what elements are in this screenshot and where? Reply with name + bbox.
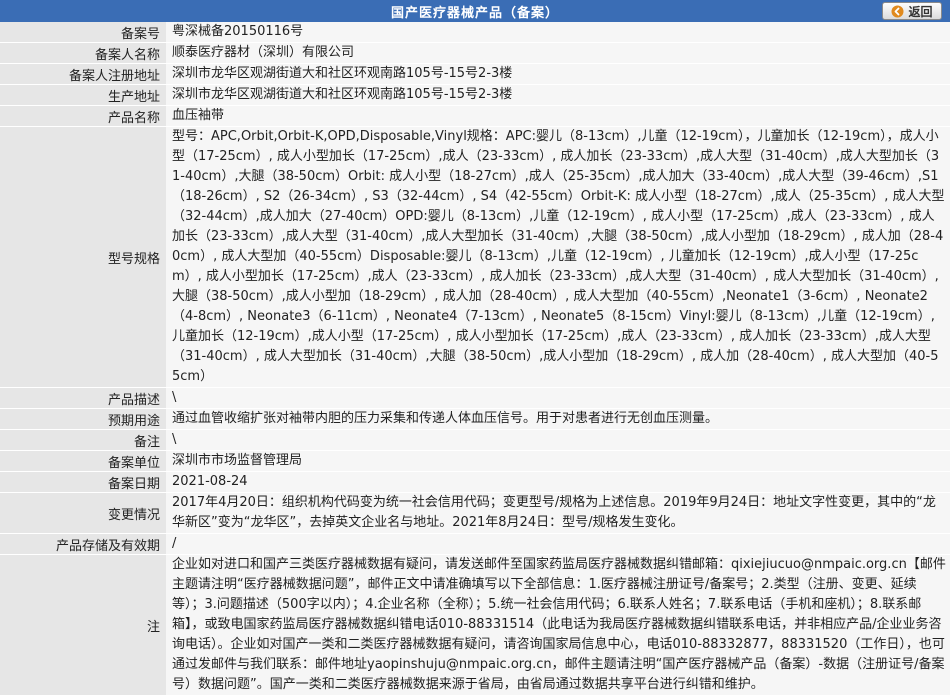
table-row: 产品名称 血压袖带 [0,105,950,127]
field-value: 2017年4月20日：组织机构代码变为统一社会信用代码；变更型号/规格为上述信息… [166,492,950,534]
table-row: 产品存储及有效期 / [0,533,950,555]
table-row: 预期用途 通过血管收缩扩张对袖带内胆的压力采集和传递人体血压信号。用于对患者进行… [0,408,950,430]
field-value: 粤深械备20150116号 [166,22,950,43]
back-button-label: 返回 [908,4,933,19]
field-label: 备注 [0,429,166,451]
table-row: 备案单位 深圳市市场监督管理局 [0,450,950,472]
field-label: 预期用途 [0,408,166,430]
table-row: 产品描述 \ [0,387,950,409]
field-label: 产品描述 [0,387,166,409]
table-row: 备案人注册地址 深圳市龙华区观湖街道大和社区环观南路105号-15号2-3楼 [0,63,950,85]
field-value: 深圳市市场监督管理局 [166,450,950,472]
field-label: 变更情况 [0,492,166,534]
back-arrow-icon [891,5,904,17]
field-label: 型号规格 [0,126,166,388]
table-row: 备案号 粤深械备20150116号 [0,22,950,43]
field-label: 注 [0,554,166,696]
field-label: 产品存储及有效期 [0,533,166,555]
field-value: 通过血管收缩扩张对袖带内胆的压力采集和传递人体血压信号。用于对患者进行无创血压测… [166,408,950,430]
notice-text: 企业如对进口和国产三类医疗器械数据有疑问，请发送邮件至国家药监局医疗器械数据纠错… [166,554,950,696]
field-label: 备案号 [0,22,166,43]
field-value: \ [166,387,950,409]
table-row: 注 企业如对进口和国产三类医疗器械数据有疑问，请发送邮件至国家药监局医疗器械数据… [0,554,950,696]
field-value: 血压袖带 [166,105,950,127]
table-row: 生产地址 深圳市龙华区观湖街道大和社区环观南路105号-15号2-3楼 [0,84,950,106]
page-title: 国产医疗器械产品（备案） [390,5,559,21]
field-value: \ [166,429,950,451]
field-value: 深圳市龙华区观湖街道大和社区环观南路105号-15号2-3楼 [166,63,950,85]
field-value: 深圳市龙华区观湖街道大和社区环观南路105号-15号2-3楼 [166,84,950,106]
table-row: 型号规格 型号：APC,Orbit,Orbit-K,OPD,Disposable… [0,126,950,388]
table-row: 备注 \ [0,429,950,451]
page-header: 国产医疗器械产品（备案） 返回 [0,0,950,22]
field-label: 备案日期 [0,471,166,493]
field-label: 备案人名称 [0,42,166,64]
table-row: 变更情况 2017年4月20日：组织机构代码变为统一社会信用代码；变更型号/规格… [0,492,950,534]
table-row: 备案人名称 顺泰医疗器材（深圳）有限公司 [0,42,950,64]
field-value: 2021-08-24 [166,471,950,493]
table-row: 备案日期 2021-08-24 [0,471,950,493]
detail-table: 备案号 粤深械备20150116号 备案人名称 顺泰医疗器材（深圳）有限公司 备… [0,22,950,696]
field-value: / [166,533,950,555]
back-button[interactable]: 返回 [882,2,942,20]
field-value: 顺泰医疗器材（深圳）有限公司 [166,42,950,64]
field-label: 生产地址 [0,84,166,106]
field-label: 产品名称 [0,105,166,127]
field-value: 型号：APC,Orbit,Orbit-K,OPD,Disposable,Viny… [166,126,950,388]
field-label: 备案人注册地址 [0,63,166,85]
field-label: 备案单位 [0,450,166,472]
